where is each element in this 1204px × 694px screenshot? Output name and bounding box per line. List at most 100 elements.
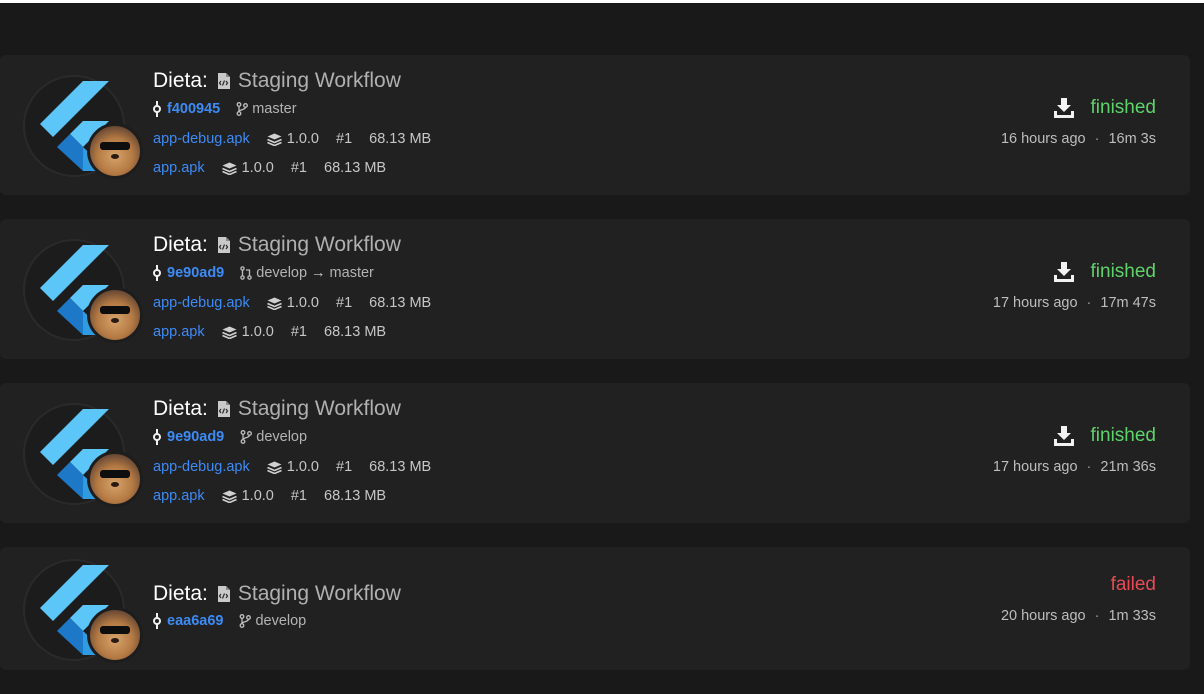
artifact-size: 68.13 MB (324, 324, 387, 340)
top-border (0, 0, 1204, 3)
artifact-build-number: #1 (290, 160, 307, 176)
git-commit-icon (153, 101, 161, 117)
git-commit-icon (153, 429, 161, 445)
build-card[interactable]: Dieta: Staging Workflow eaa6a69 develop … (0, 547, 1190, 670)
file-code-icon (217, 237, 230, 253)
commit-hash-link[interactable]: 9e90ad9 (167, 429, 224, 445)
artifact-size: 68.13 MB (369, 459, 432, 475)
artifact-size: 68.13 MB (369, 295, 432, 311)
artifact-version: 1.0.0 (241, 160, 274, 176)
artifact-row: app.apk 1.0.0 #1 68.13 MB (153, 160, 386, 176)
separator-dot: · (1086, 295, 1092, 311)
merge-arrow: → (311, 265, 326, 281)
app-avatar (23, 239, 143, 343)
user-avatar (87, 607, 143, 663)
status-label: finished (1090, 261, 1157, 282)
build-title: Dieta: Staging Workflow (153, 397, 401, 421)
layers-icon (222, 326, 237, 339)
pull-request-icon (240, 266, 252, 280)
artifact-link[interactable]: app.apk (153, 324, 205, 340)
file-code-icon (217, 401, 230, 417)
artifact-version: 1.0.0 (241, 488, 274, 504)
git-commit-icon (153, 265, 161, 281)
artifact-row: app.apk 1.0.0 #1 68.13 MB (153, 488, 386, 504)
git-branch-icon (236, 102, 248, 116)
layers-icon (267, 461, 282, 474)
build-duration: 1m 33s (1108, 608, 1156, 624)
status-label: finished (1090, 425, 1157, 446)
download-icon[interactable] (1054, 98, 1074, 118)
user-avatar (87, 451, 143, 507)
layers-icon (267, 297, 282, 310)
build-status: finished (1054, 97, 1157, 119)
build-title: Dieta: Staging Workflow (153, 582, 401, 606)
build-card[interactable]: Dieta: Staging Workflow f400945 master a… (0, 55, 1190, 195)
app-avatar (23, 403, 143, 507)
artifact-build-number: #1 (336, 131, 353, 147)
file-code-icon (217, 586, 230, 602)
workflow-name[interactable]: Staging Workflow (238, 233, 401, 257)
artifact-build-number: #1 (290, 488, 307, 504)
artifact-build-number: #1 (336, 459, 353, 475)
commit-hash-link[interactable]: f400945 (167, 101, 220, 117)
build-list: Dieta: Staging Workflow f400945 master a… (0, 55, 1190, 694)
build-timing: 20 hours ago · 1m 33s (1001, 608, 1156, 624)
started-time: 16 hours ago (1000, 131, 1086, 147)
started-time: 20 hours ago (1000, 608, 1086, 624)
artifact-row: app.apk 1.0.0 #1 68.13 MB (153, 324, 386, 340)
app-avatar (23, 75, 143, 179)
app-name: Dieta: (153, 397, 208, 420)
build-timing: 16 hours ago · 16m 3s (1001, 131, 1156, 147)
separator-dot: · (1086, 459, 1092, 475)
commit-row: f400945 master (153, 101, 297, 117)
artifact-row: app-debug.apk 1.0.0 #1 68.13 MB (153, 459, 431, 475)
branch-name: master (252, 101, 297, 117)
build-timing: 17 hours ago · 17m 47s (993, 295, 1156, 311)
workflow-name[interactable]: Staging Workflow (238, 397, 401, 421)
app-avatar (23, 559, 143, 663)
separator-dot: · (1094, 131, 1100, 147)
user-avatar (87, 123, 143, 179)
artifact-link[interactable]: app-debug.apk (153, 459, 250, 475)
workflow-name[interactable]: Staging Workflow (238, 69, 401, 93)
artifact-version: 1.0.0 (286, 131, 319, 147)
artifact-row: app-debug.apk 1.0.0 #1 68.13 MB (153, 131, 431, 147)
download-icon[interactable] (1054, 262, 1074, 282)
artifact-link[interactable]: app.apk (153, 488, 205, 504)
layers-icon (222, 162, 237, 175)
status-label: failed (1110, 574, 1156, 595)
status-label: finished (1090, 97, 1157, 118)
branch-name: develop (256, 429, 308, 445)
artifact-link[interactable]: app-debug.apk (153, 131, 250, 147)
artifact-link[interactable]: app-debug.apk (153, 295, 250, 311)
commit-hash-link[interactable]: 9e90ad9 (167, 265, 224, 281)
app-name: Dieta: (153, 582, 208, 605)
commit-hash-link[interactable]: eaa6a69 (167, 613, 223, 629)
build-card[interactable]: Dieta: Staging Workflow 9e90ad9 develop … (0, 383, 1190, 523)
layers-icon (267, 133, 282, 146)
artifact-link[interactable]: app.apk (153, 160, 205, 176)
artifact-version: 1.0.0 (241, 324, 274, 340)
build-duration: 16m 3s (1108, 131, 1156, 147)
target-branch: master (329, 265, 374, 281)
commit-row: 9e90ad9 develop → master (153, 265, 374, 281)
separator-dot: · (1094, 608, 1100, 624)
git-branch-icon (239, 614, 251, 628)
download-icon[interactable] (1054, 426, 1074, 446)
build-card[interactable]: Dieta: Staging Workflow 9e90ad9 develop … (0, 219, 1190, 359)
build-status: finished (1054, 425, 1157, 447)
artifact-version: 1.0.0 (286, 459, 319, 475)
workflow-name[interactable]: Staging Workflow (238, 582, 401, 606)
artifact-row: app-debug.apk 1.0.0 #1 68.13 MB (153, 295, 431, 311)
build-status: finished (1054, 261, 1157, 283)
branch-name: develop (255, 613, 307, 629)
file-code-icon (217, 73, 230, 89)
artifact-size: 68.13 MB (324, 160, 387, 176)
app-name: Dieta: (153, 69, 208, 92)
commit-row: eaa6a69 develop (153, 613, 306, 629)
app-name: Dieta: (153, 233, 208, 256)
source-branch: develop (256, 265, 308, 281)
build-duration: 21m 36s (1100, 459, 1156, 475)
artifact-version: 1.0.0 (286, 295, 319, 311)
build-status: failed (1111, 574, 1156, 596)
